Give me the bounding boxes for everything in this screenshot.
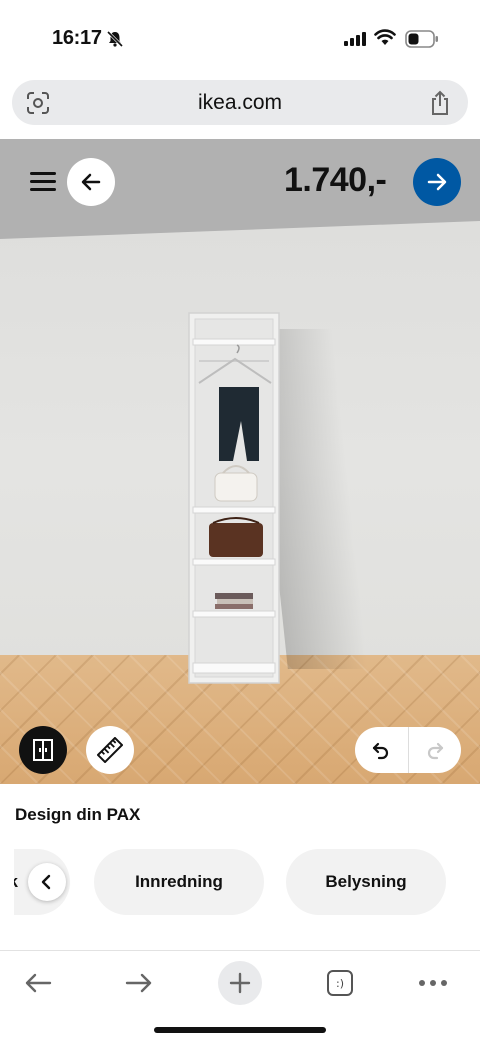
battery-icon	[405, 30, 438, 48]
next-button[interactable]	[413, 158, 461, 206]
arrow-right-icon	[125, 973, 152, 993]
back-button[interactable]	[67, 158, 115, 206]
share-icon[interactable]	[428, 90, 452, 116]
wifi-icon	[374, 29, 396, 45]
door-view-toggle-button[interactable]	[19, 726, 67, 774]
url-text: ikea.com	[197, 91, 283, 114]
home-indicator	[154, 1027, 326, 1033]
browser-back-button[interactable]	[16, 961, 60, 1005]
tabs-icon: :)	[327, 970, 353, 996]
chip-belysning[interactable]: Belysning	[286, 849, 446, 915]
menu-button[interactable]	[30, 172, 56, 194]
arrow-left-icon	[25, 973, 52, 993]
status-time: 16:17	[52, 27, 102, 49]
redo-button[interactable]	[408, 727, 461, 773]
hamburger-icon-bar	[30, 188, 56, 191]
plus-icon	[229, 972, 251, 994]
new-tab-button[interactable]	[218, 961, 262, 1005]
tabs-button[interactable]: :)	[318, 961, 362, 1005]
section-title: Design din PAX	[15, 805, 141, 824]
arrow-right-icon	[427, 173, 447, 191]
wardrobe-model[interactable]	[185, 311, 285, 686]
wardrobe-front-icon	[33, 739, 53, 761]
more-dots-icon	[419, 980, 447, 986]
hamburger-icon-bar	[30, 172, 56, 175]
bell-slash-icon	[106, 30, 124, 48]
browser-forward-button[interactable]	[117, 961, 161, 1005]
more-button[interactable]	[411, 961, 455, 1005]
status-bar: 16:17	[0, 0, 480, 78]
redo-icon	[427, 742, 443, 760]
undo-icon	[373, 742, 389, 760]
total-price: 1.740,-	[284, 161, 387, 199]
category-chips: ak Innredning Belysning	[14, 849, 480, 915]
address-bar[interactable]: ikea.com	[12, 80, 468, 125]
undo-button[interactable]	[355, 727, 408, 773]
measure-button[interactable]	[86, 726, 134, 774]
ruler-icon	[97, 737, 123, 763]
hamburger-icon-bar	[30, 180, 56, 183]
chip-innredning[interactable]: Innredning	[94, 849, 264, 915]
wardrobe-3d-view[interactable]: 1.740,-	[0, 139, 480, 784]
undo-redo-group	[355, 727, 461, 773]
chips-scroll-back-button[interactable]	[28, 863, 66, 901]
cellular-signal-icon	[344, 32, 366, 46]
chevron-left-icon	[41, 874, 51, 890]
arrow-left-icon	[81, 173, 101, 191]
